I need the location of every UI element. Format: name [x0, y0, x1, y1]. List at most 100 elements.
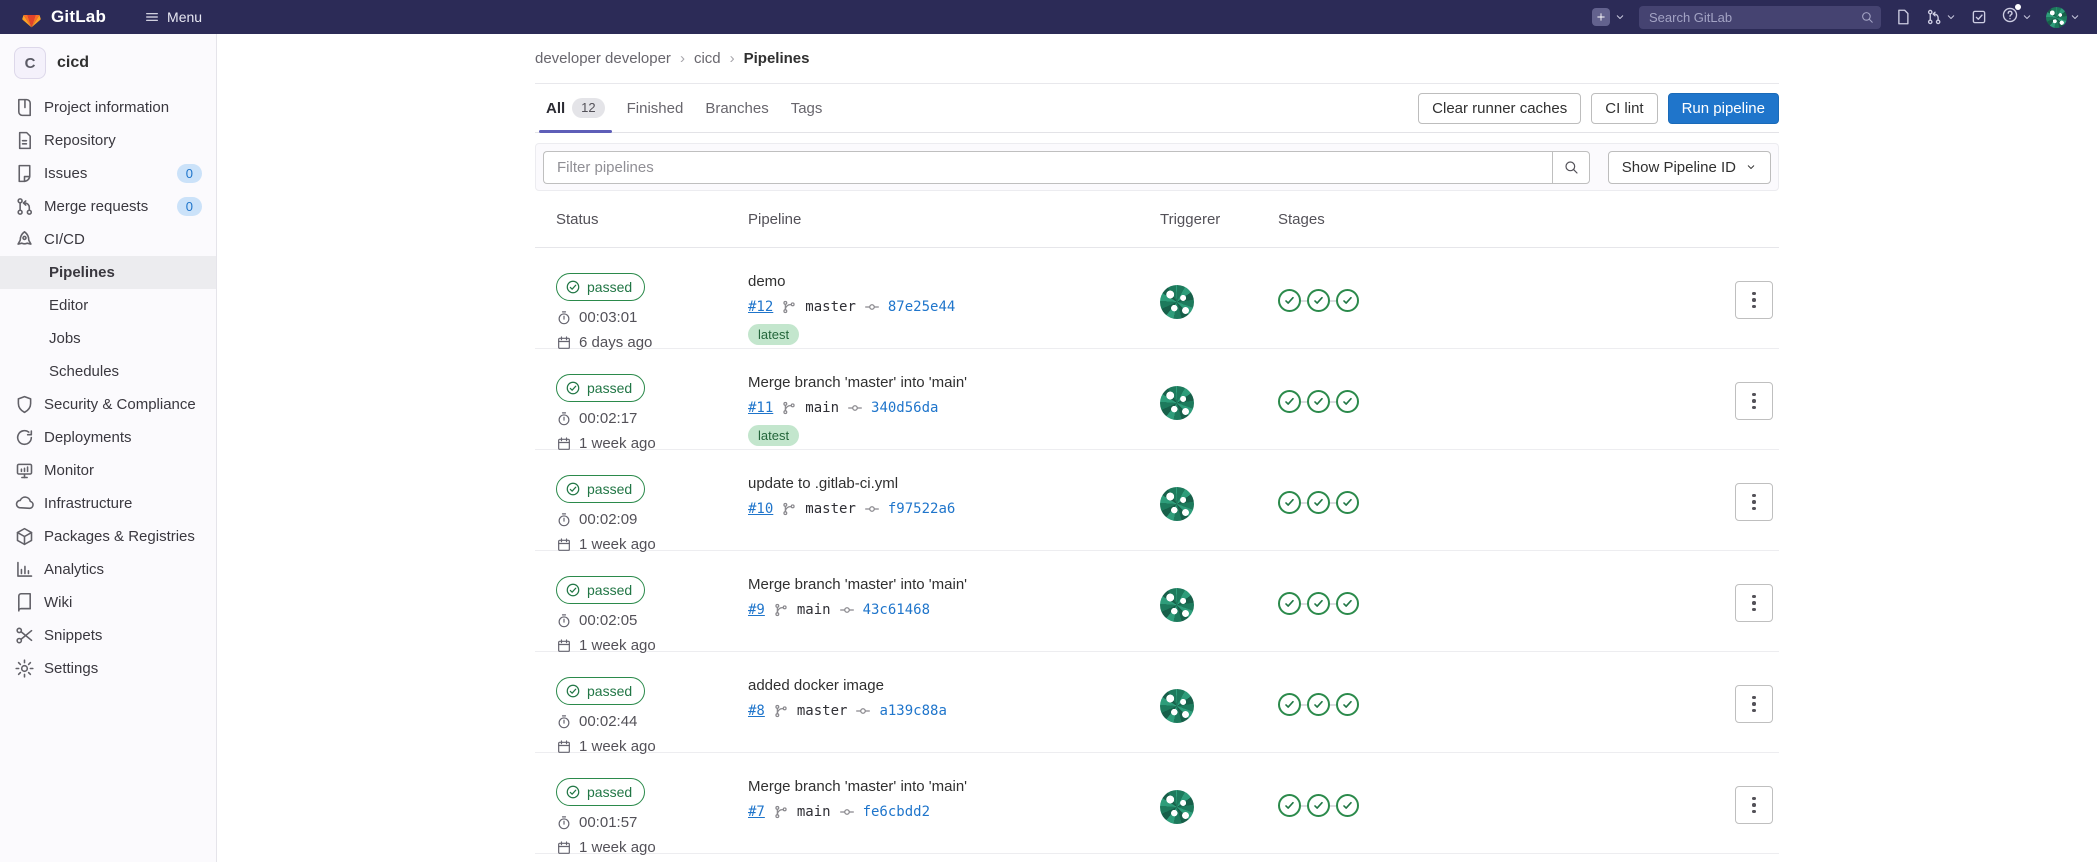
ci-lint-button[interactable]: CI lint: [1591, 92, 1658, 124]
stage-passed-icon[interactable]: [1307, 693, 1330, 716]
stage-passed-icon[interactable]: [1278, 693, 1301, 716]
merge-requests-nav-button[interactable]: [1925, 8, 1957, 26]
status-badge[interactable]: passed: [556, 778, 646, 806]
tab-all[interactable]: All 12: [535, 84, 616, 133]
commit-sha-link[interactable]: a139c88a: [879, 703, 946, 719]
breadcrumb-item-pipelines[interactable]: Pipelines: [744, 50, 810, 67]
commit-title[interactable]: demo: [748, 273, 1160, 290]
menu-button[interactable]: Menu: [144, 9, 202, 25]
triggerer-avatar[interactable]: [1160, 790, 1194, 824]
status-badge[interactable]: passed: [556, 374, 646, 402]
stage-passed-icon[interactable]: [1307, 289, 1330, 312]
sidebar-item-pipelines[interactable]: Pipelines: [0, 256, 216, 289]
sidebar-item-issues[interactable]: Issues 0: [0, 157, 216, 190]
branch-link[interactable]: master: [805, 299, 856, 315]
row-kebab-menu-button[interactable]: [1735, 281, 1773, 319]
commit-title[interactable]: Merge branch 'master' into 'main': [748, 778, 1160, 795]
stage-passed-icon[interactable]: [1278, 390, 1301, 413]
filter-pipelines-input[interactable]: [543, 150, 1552, 184]
stage-passed-icon[interactable]: [1307, 794, 1330, 817]
status-badge[interactable]: passed: [556, 273, 646, 301]
commit-sha-link[interactable]: fe6cbdd2: [863, 804, 930, 820]
sidebar-item-schedules[interactable]: Schedules: [0, 355, 216, 388]
stage-passed-icon[interactable]: [1336, 693, 1359, 716]
clear-runner-caches-button[interactable]: Clear runner caches: [1418, 92, 1582, 124]
row-kebab-menu-button[interactable]: [1735, 786, 1773, 824]
commit-sha-link[interactable]: f97522a6: [888, 501, 955, 517]
stage-passed-icon[interactable]: [1336, 592, 1359, 615]
sidebar-item-snippets[interactable]: Snippets: [0, 619, 216, 652]
sidebar-item-monitor[interactable]: Monitor: [0, 454, 216, 487]
commit-sha-link[interactable]: 340d56da: [871, 400, 938, 416]
stage-passed-icon[interactable]: [1278, 491, 1301, 514]
tab-finished[interactable]: Finished: [616, 84, 695, 132]
sidebar-item-merge-requests[interactable]: Merge requests 0: [0, 190, 216, 223]
commit-title[interactable]: update to .gitlab-ci.yml: [748, 475, 1160, 492]
row-kebab-menu-button[interactable]: [1735, 685, 1773, 723]
stage-passed-icon[interactable]: [1336, 491, 1359, 514]
status-badge[interactable]: passed: [556, 677, 646, 705]
branch-link[interactable]: master: [805, 501, 856, 517]
sidebar-item-analytics[interactable]: Analytics: [0, 553, 216, 586]
help-nav-button[interactable]: [2001, 3, 2033, 29]
global-search-input[interactable]: [1639, 5, 1881, 29]
pipeline-id-link[interactable]: #8: [748, 703, 765, 719]
commit-title[interactable]: Merge branch 'master' into 'main': [748, 374, 1160, 391]
branch-link[interactable]: master: [797, 703, 848, 719]
stage-passed-icon[interactable]: [1336, 794, 1359, 817]
sidebar-item-project-information[interactable]: Project information: [0, 91, 216, 124]
stage-passed-icon[interactable]: [1278, 289, 1301, 312]
sidebar-item-jobs[interactable]: Jobs: [0, 322, 216, 355]
gitlab-home-link[interactable]: GitLab: [20, 6, 106, 29]
branch-link[interactable]: main: [805, 400, 839, 416]
sidebar-item-editor[interactable]: Editor: [0, 289, 216, 322]
stage-passed-icon[interactable]: [1336, 390, 1359, 413]
stage-passed-icon[interactable]: [1307, 491, 1330, 514]
filter-search-button[interactable]: [1551, 150, 1590, 184]
show-pipeline-id-dropdown[interactable]: Show Pipeline ID: [1607, 150, 1771, 184]
commit-sha-link[interactable]: 87e25e44: [888, 299, 955, 315]
stage-passed-icon[interactable]: [1278, 592, 1301, 615]
commit-title[interactable]: Merge branch 'master' into 'main': [748, 576, 1160, 593]
user-menu-button[interactable]: [2046, 6, 2081, 28]
sidebar-item-infrastructure[interactable]: Infrastructure: [0, 487, 216, 520]
row-kebab-menu-button[interactable]: [1735, 382, 1773, 420]
sidebar-item-security-compliance[interactable]: Security & Compliance: [0, 388, 216, 421]
pipeline-id-link[interactable]: #9: [748, 602, 765, 618]
stage-passed-icon[interactable]: [1336, 289, 1359, 312]
row-kebab-menu-button[interactable]: [1735, 483, 1773, 521]
issues-nav-icon[interactable]: [1894, 8, 1912, 26]
pipeline-id-link[interactable]: #12: [748, 299, 773, 315]
tab-branches[interactable]: Branches: [694, 84, 779, 132]
pipeline-id-link[interactable]: #11: [748, 400, 773, 416]
triggerer-avatar[interactable]: [1160, 487, 1194, 521]
commit-sha-link[interactable]: 43c61468: [863, 602, 930, 618]
sidebar-item-wiki[interactable]: Wiki: [0, 586, 216, 619]
tab-tags[interactable]: Tags: [780, 84, 834, 132]
stage-passed-icon[interactable]: [1278, 794, 1301, 817]
triggerer-avatar[interactable]: [1160, 285, 1194, 319]
branch-link[interactable]: main: [797, 602, 831, 618]
sidebar-item-packages-registries[interactable]: Packages & Registries: [0, 520, 216, 553]
sidebar-item-repository[interactable]: Repository: [0, 124, 216, 157]
commit-title[interactable]: added docker image: [748, 677, 1160, 694]
sidebar-item-deployments[interactable]: Deployments: [0, 421, 216, 454]
run-pipeline-button[interactable]: Run pipeline: [1667, 92, 1779, 124]
sidebar-item-settings[interactable]: Settings: [0, 652, 216, 685]
triggerer-avatar[interactable]: [1160, 689, 1194, 723]
breadcrumb-item-cicd[interactable]: cicd: [694, 50, 721, 67]
status-badge[interactable]: passed: [556, 576, 646, 604]
sidebar-item-ci-cd[interactable]: CI/CD: [0, 223, 216, 256]
branch-link[interactable]: main: [797, 804, 831, 820]
stage-passed-icon[interactable]: [1307, 390, 1330, 413]
stage-passed-icon[interactable]: [1307, 592, 1330, 615]
pipeline-id-link[interactable]: #7: [748, 804, 765, 820]
project-header[interactable]: C cicd: [0, 34, 216, 91]
todos-nav-icon[interactable]: [1970, 8, 1988, 26]
pipeline-id-link[interactable]: #10: [748, 501, 773, 517]
row-kebab-menu-button[interactable]: [1735, 584, 1773, 622]
triggerer-avatar[interactable]: [1160, 386, 1194, 420]
breadcrumb-item-developer-developer[interactable]: developer developer: [535, 50, 671, 67]
status-badge[interactable]: passed: [556, 475, 646, 503]
triggerer-avatar[interactable]: [1160, 588, 1194, 622]
